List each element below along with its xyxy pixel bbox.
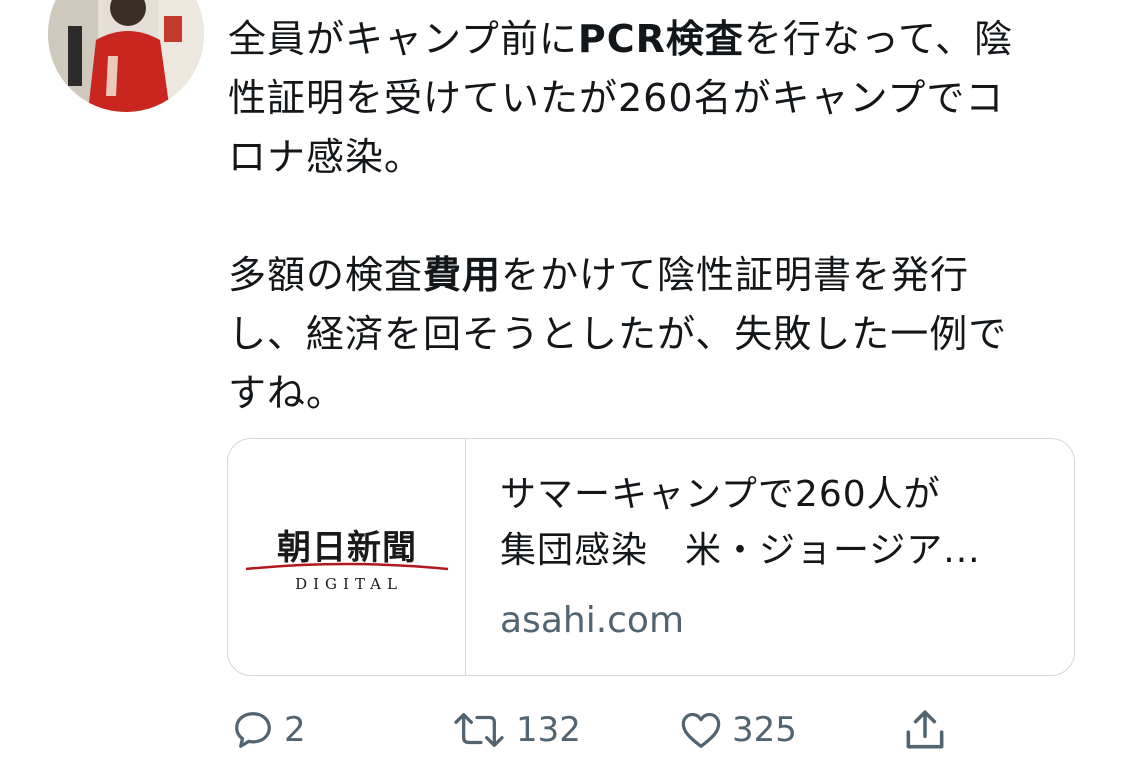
retweet-count: 132	[516, 710, 581, 750]
reply-count: 2	[284, 710, 306, 750]
tweet-text-segment: 全員がキャンプ前に	[228, 17, 578, 61]
reply-button[interactable]: 2	[230, 700, 306, 760]
like-count: 325	[732, 710, 797, 750]
asahi-digital-logo: 朝日新聞 DIGITAL	[245, 528, 449, 593]
tweet-text-segment: を行なって、陰	[743, 17, 1014, 61]
share-icon	[900, 705, 950, 755]
tweet-action-bar: 2 132 325	[0, 700, 1125, 760]
link-card-domain: asahi.com	[500, 600, 685, 641]
svg-text:DIGITAL: DIGITAL	[295, 575, 403, 593]
share-button[interactable]	[900, 700, 950, 760]
tweet-text: 全員がキャンプ前にPCR検査を行なって、陰 性証明を受けていたが260名がキャン…	[228, 10, 1088, 423]
tweet-text-bold: 費用	[423, 253, 502, 297]
retweet-icon	[450, 707, 508, 753]
tweet-line-3: ロナ感染。	[228, 135, 424, 179]
link-card-title-line-1: サマーキャンプで260人が	[500, 474, 941, 515]
tweet-line-6: すね。	[228, 371, 346, 415]
avatar[interactable]	[48, 0, 204, 112]
link-card-body: サマーキャンプで260人が 集団感染 米・ジョージア... asahi.com	[500, 467, 1055, 649]
link-card-thumbnail: 朝日新聞 DIGITAL	[228, 439, 466, 675]
tweet-text-bold: PCR検査	[577, 17, 744, 61]
retweet-button[interactable]: 132	[450, 700, 581, 760]
tweet-line-5: し、経済を回そうとしたが、失敗した一例で	[228, 312, 1008, 356]
tweet-text-segment: 多額の検査	[228, 253, 424, 297]
tweet-line-2: 性証明を受けていたが260名がキャンプでコ	[228, 76, 1005, 120]
link-card-title-line-2: 集団感染 米・ジョージア...	[500, 530, 981, 571]
link-preview-card[interactable]: 朝日新聞 DIGITAL サマーキャンプで260人が 集団感染 米・ジョージア.…	[227, 438, 1075, 676]
avatar-photo	[48, 0, 204, 112]
reply-icon	[230, 707, 276, 753]
tweet-line-1: 全員がキャンプ前にPCR検査を行なって、陰	[228, 10, 1088, 69]
svg-text:朝日新聞: 朝日新聞	[277, 528, 417, 568]
tweet-line-4: 多額の検査費用をかけて陰性証明書を発行	[228, 246, 1088, 305]
like-button[interactable]: 325	[678, 700, 797, 760]
tweet-text-segment: をかけて陰性証明書を発行	[501, 253, 970, 297]
heart-icon	[678, 707, 724, 753]
